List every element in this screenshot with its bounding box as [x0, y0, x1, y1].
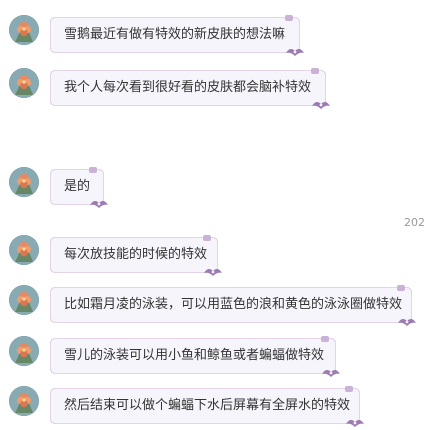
bubble-bat-decoration-icon	[346, 419, 364, 427]
message-text: 然后结束可以做个蝙蝠下水后屏幕有全屏水的特效	[64, 398, 351, 413]
bubble-bat-decoration-icon	[204, 268, 222, 276]
message-text: 雪儿的泳装可以用小鱼和鲸鱼或者蝙蝠做特效	[64, 348, 325, 363]
message-bubble[interactable]: 雪鹅最近有做有特效的新皮肤的想法嘛	[50, 15, 304, 56]
bubble-corner-decoration-icon	[397, 285, 405, 291]
message-text: 比如霜月凌的泳装，可以用蓝色的浪和黄色的泳泳圈做特效	[64, 297, 403, 312]
message-bubble[interactable]: 我个人每次看到很好看的皮肤都会脑补特效	[50, 68, 330, 109]
avatar-flower-icon[interactable]	[9, 336, 39, 366]
bubble-corner-decoration-icon	[285, 15, 293, 21]
message-bubble[interactable]: 比如霜月凌的泳装，可以用蓝色的浪和黄色的泳泳圈做特效	[50, 285, 416, 326]
bubble-corner-decoration-icon	[203, 235, 211, 241]
message-text: 是的	[64, 179, 91, 194]
bubble-bat-decoration-icon	[90, 200, 108, 208]
avatar-flower-icon[interactable]	[9, 386, 39, 416]
bubble-bat-decoration-icon	[322, 369, 340, 377]
message-timestamp: 202	[404, 216, 425, 229]
bubble-bat-decoration-icon	[286, 48, 304, 56]
message-bubble[interactable]: 是的	[50, 167, 108, 208]
avatar-flower-icon[interactable]	[9, 235, 39, 265]
bubble-corner-decoration-icon	[321, 336, 329, 342]
message-text: 雪鹅最近有做有特效的新皮肤的想法嘛	[64, 27, 286, 42]
avatar-flower-icon[interactable]	[9, 285, 39, 315]
chat-history: 雪鹅最近有做有特效的新皮肤的想法嘛 我个人每次看到很好看的皮肤都会脑补特效 是的…	[0, 0, 427, 430]
bubble-bat-decoration-icon	[312, 101, 330, 109]
avatar-flower-icon[interactable]	[9, 15, 39, 45]
message-bubble[interactable]: 然后结束可以做个蝙蝠下水后屏幕有全屏水的特效	[50, 386, 364, 427]
message-bubble[interactable]: 雪儿的泳装可以用小鱼和鲸鱼或者蝙蝠做特效	[50, 336, 340, 377]
avatar-flower-icon[interactable]	[9, 167, 39, 197]
message-bubble[interactable]: 每次放技能的时候的特效	[50, 235, 222, 276]
bubble-corner-decoration-icon	[89, 167, 97, 173]
bubble-bat-decoration-icon	[398, 318, 416, 326]
message-text: 每次放技能的时候的特效	[64, 247, 208, 262]
message-text: 我个人每次看到很好看的皮肤都会脑补特效	[64, 80, 312, 95]
bubble-corner-decoration-icon	[311, 68, 319, 74]
bubble-corner-decoration-icon	[345, 386, 353, 392]
avatar-flower-icon[interactable]	[9, 68, 39, 98]
